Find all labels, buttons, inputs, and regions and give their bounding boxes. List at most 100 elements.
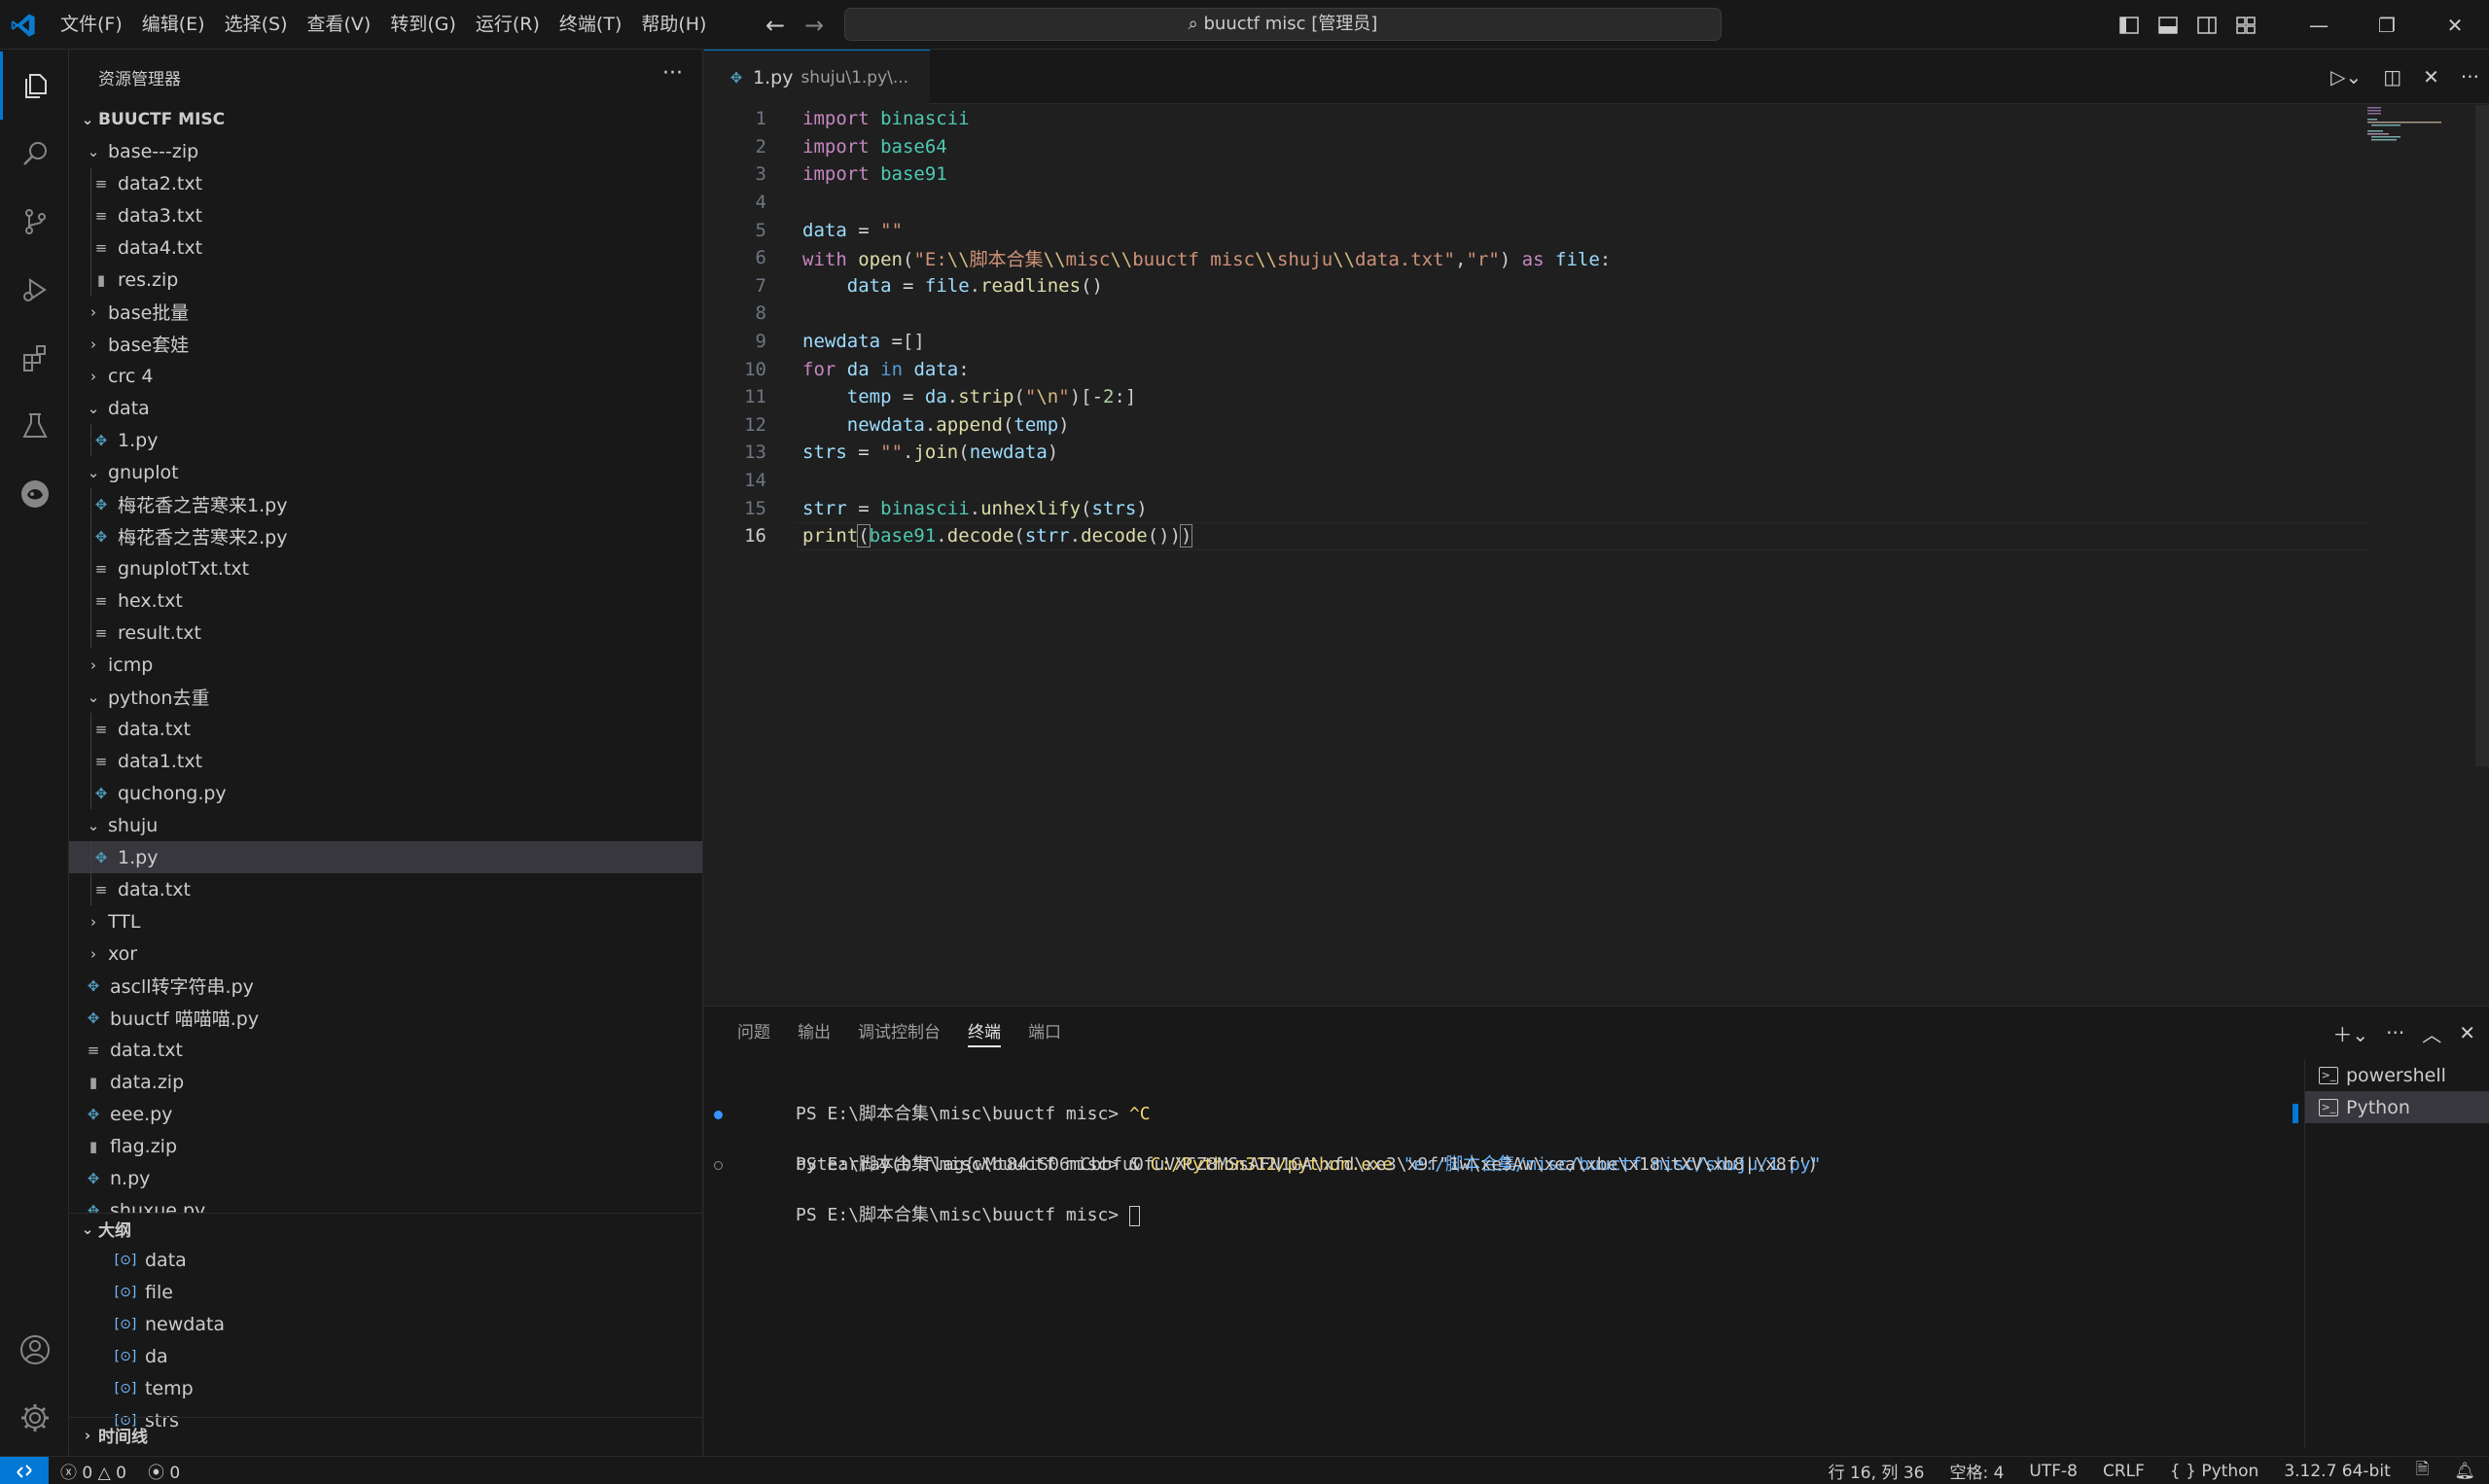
more-editor-actions-icon[interactable]: ···: [2461, 65, 2479, 88]
python-interpreter[interactable]: 3.12.7 64-bit: [2284, 1462, 2390, 1481]
indentation[interactable]: 空格: 4: [1949, 1459, 2004, 1483]
outline-section-header[interactable]: ⌄ 大纲: [69, 1213, 702, 1244]
close-editor-icon[interactable]: ✕: [2423, 65, 2439, 88]
close-panel-icon[interactable]: ✕: [2459, 1021, 2475, 1044]
command-center-search[interactable]: ⌕ buuctf misc [管理员]: [844, 8, 1722, 41]
tree-file[interactable]: ✥ quchong.py: [69, 777, 702, 809]
tab-problems[interactable]: 问题: [724, 1007, 784, 1059]
tree-folder[interactable]: ⌄ gnuplot: [69, 456, 702, 488]
menu-selection[interactable]: 选择(S): [215, 0, 298, 50]
tree-folder[interactable]: ⌄ base---zip: [69, 135, 702, 167]
command-pending-dot-icon[interactable]: [714, 1161, 723, 1170]
tree-file[interactable]: ≡ data.txt: [69, 713, 702, 745]
toggle-secondary-sidebar-icon[interactable]: [2187, 0, 2226, 50]
menu-file[interactable]: 文件(F): [51, 0, 132, 50]
editor-tab-active[interactable]: ✥ 1.py shuju\1.py\...: [704, 50, 931, 104]
tree-file[interactable]: ≡ data4.txt: [69, 231, 702, 264]
minimize-icon[interactable]: —: [2285, 0, 2353, 50]
tree-file[interactable]: ✥ 梅花香之苦寒来2.py: [69, 520, 702, 552]
tree-file[interactable]: ≡ data2.txt: [69, 167, 702, 199]
tree-file[interactable]: ▮ flag.zip: [69, 1130, 702, 1162]
tree-file[interactable]: ✥ eee.py: [69, 1098, 702, 1130]
tree-file[interactable]: ✥ 1.py: [69, 841, 702, 873]
toggle-panel-icon[interactable]: [2149, 0, 2187, 50]
maximize-panel-icon[interactable]: ︿: [2422, 1019, 2441, 1047]
tree-file[interactable]: ▮ res.zip: [69, 264, 702, 296]
toggle-primary-sidebar-icon[interactable]: [2110, 0, 2149, 50]
notifications-bell-icon[interactable]: 🔔︎: [2454, 1462, 2475, 1481]
ports-status[interactable]: ⦿ 0: [148, 1459, 180, 1483]
tree-file[interactable]: ≡ result.txt: [69, 617, 702, 649]
timeline-section-header[interactable]: › 时间线: [69, 1417, 702, 1452]
tree-file[interactable]: ✥ ascll转字符串.py: [69, 970, 702, 1002]
tab-terminal[interactable]: 终端: [954, 1007, 1014, 1059]
menu-terminal[interactable]: 终端(T): [550, 0, 631, 50]
tree-file[interactable]: ✥ shuxue.py: [69, 1194, 702, 1214]
menu-help[interactable]: 帮助(H): [631, 0, 716, 50]
tree-folder[interactable]: ⌄ python去重: [69, 681, 702, 713]
more-actions-icon[interactable]: ···: [662, 61, 683, 86]
back-arrow-icon[interactable]: ←: [763, 13, 788, 38]
tree-folder[interactable]: › TTL: [69, 905, 702, 937]
outline-item[interactable]: [⊙] data: [69, 1244, 702, 1276]
tree-file[interactable]: ≡ data.txt: [69, 1034, 702, 1066]
workspace-section-header[interactable]: ⌄ BUUCTF MISC: [69, 104, 702, 135]
tree-file[interactable]: ≡ data1.txt: [69, 745, 702, 777]
tree-file[interactable]: ✥ 1.py: [69, 424, 702, 456]
terminal-item-powershell[interactable]: >_ powershell: [2305, 1059, 2489, 1091]
menu-go[interactable]: 转到(G): [380, 0, 466, 50]
tree-file[interactable]: ≡ data3.txt: [69, 199, 702, 231]
forward-arrow-icon[interactable]: →: [801, 13, 827, 38]
extensions-icon[interactable]: [0, 324, 69, 392]
settings-gear-icon[interactable]: [0, 1384, 69, 1452]
outline-item[interactable]: [⊙] temp: [69, 1372, 702, 1404]
accounts-icon[interactable]: [0, 1316, 69, 1384]
tree-folder[interactable]: › crc 4: [69, 360, 702, 392]
editor-scrollbar[interactable]: [2475, 105, 2489, 766]
restore-icon[interactable]: ❐: [2353, 0, 2421, 50]
remote-explorer-icon[interactable]: [0, 460, 69, 528]
tree-folder[interactable]: › xor: [69, 937, 702, 970]
split-editor-icon[interactable]: ◫: [2383, 65, 2401, 88]
menu-view[interactable]: 查看(V): [298, 0, 381, 50]
menu-run[interactable]: 运行(R): [466, 0, 550, 50]
outline-item[interactable]: [⊙] newdata: [69, 1308, 702, 1340]
tab-ports[interactable]: 端口: [1014, 1007, 1075, 1059]
customize-layout-icon[interactable]: [2226, 0, 2265, 50]
code-editor[interactable]: 1 import binascii 2 import base64 3 import …: [704, 105, 2367, 550]
outline-item[interactable]: [⊙] da: [69, 1340, 702, 1372]
close-window-icon[interactable]: ✕: [2421, 0, 2489, 50]
tree-folder[interactable]: › base套娃: [69, 328, 702, 360]
more-panel-actions-icon[interactable]: ···: [2386, 1021, 2404, 1044]
tree-folder[interactable]: ⌄ shuju: [69, 809, 702, 841]
tree-file[interactable]: ≡ hex.txt: [69, 584, 702, 617]
tab-output[interactable]: 输出: [784, 1007, 844, 1059]
tree-file[interactable]: ✥ n.py: [69, 1162, 702, 1194]
command-success-dot-icon[interactable]: [714, 1111, 723, 1119]
tree-folder[interactable]: ⌄ data: [69, 392, 702, 424]
source-control-icon[interactable]: [0, 188, 69, 256]
terminal-item-python[interactable]: >_ Python: [2305, 1091, 2489, 1123]
run-debug-icon[interactable]: [0, 256, 69, 324]
end-of-line[interactable]: CRLF: [2103, 1462, 2145, 1481]
tree-folder[interactable]: › icmp: [69, 649, 702, 681]
search-activity-icon[interactable]: [0, 120, 69, 188]
tree-file[interactable]: ≡ data.txt: [69, 873, 702, 905]
cursor-position[interactable]: 行 16, 列 36: [1829, 1459, 1925, 1483]
tree-file[interactable]: ✥ buuctf 喵喵喵.py: [69, 1002, 702, 1034]
remote-indicator-icon[interactable]: [0, 1457, 49, 1484]
feedback-icon[interactable]: 🗎: [2416, 1457, 2430, 1484]
tree-file[interactable]: ▮ data.zip: [69, 1066, 702, 1098]
tree-folder[interactable]: › base批量: [69, 296, 702, 328]
outline-item[interactable]: [⊙] file: [69, 1276, 702, 1308]
encoding[interactable]: UTF-8: [2029, 1462, 2078, 1481]
run-python-file-icon[interactable]: ▷⌄: [2330, 65, 2362, 88]
tab-debug-console[interactable]: 调试控制台: [844, 1007, 954, 1059]
language-mode[interactable]: { } Python: [2170, 1462, 2258, 1481]
new-terminal-icon[interactable]: ＋⌄: [2332, 1019, 2368, 1047]
minimap[interactable]: [2367, 105, 2445, 144]
menu-edit[interactable]: 编辑(E): [132, 0, 215, 50]
explorer-icon[interactable]: [0, 52, 69, 120]
problems-status[interactable]: ⓧ 0 △ 0: [60, 1459, 126, 1483]
tree-file[interactable]: ≡ gnuplotTxt.txt: [69, 552, 702, 584]
